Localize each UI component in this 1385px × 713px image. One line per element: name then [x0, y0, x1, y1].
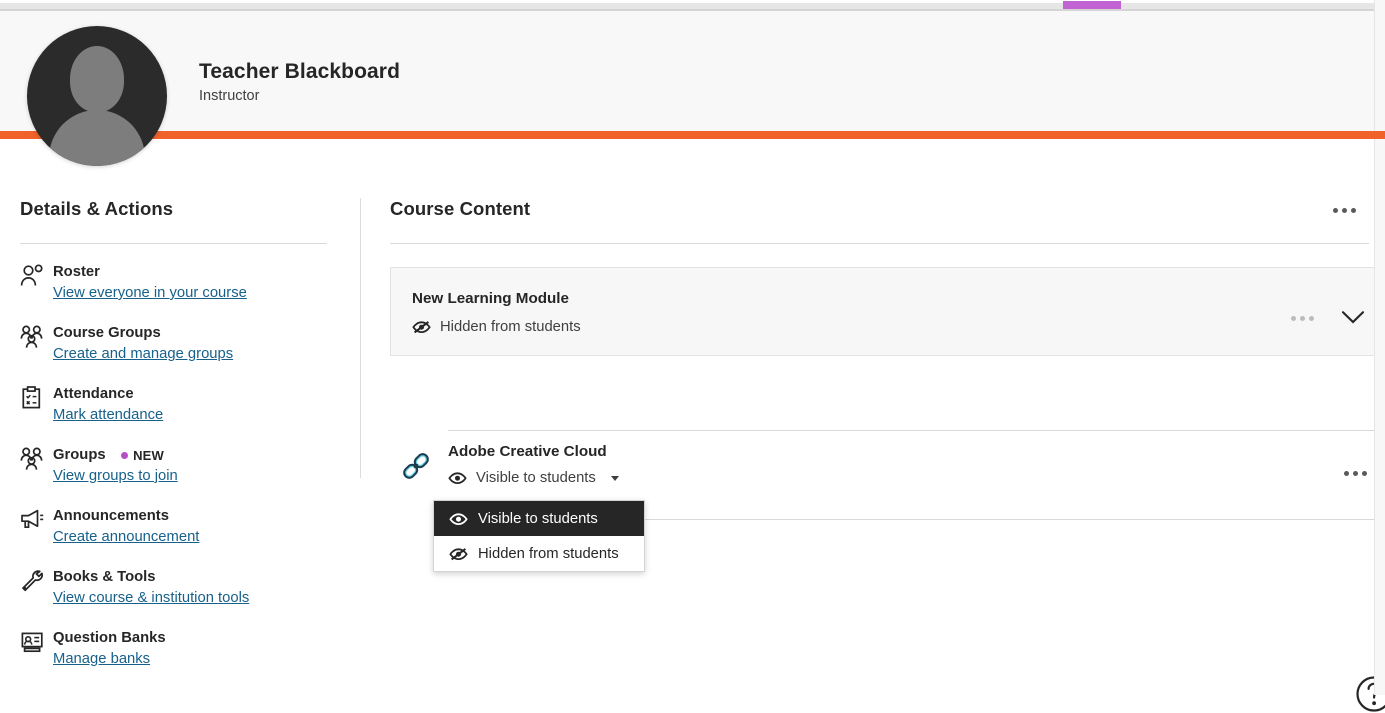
profile-banner: Teacher Blackboard Instructor [0, 11, 1374, 132]
sidebar-item-link[interactable]: Create and manage groups [53, 345, 233, 364]
eye-visible-icon [449, 511, 468, 527]
module-visibility-status: Hidden from students [412, 319, 581, 335]
new-badge-label: NEW [133, 448, 164, 463]
sidebar-item-label: Groups [53, 446, 106, 465]
item-separator [448, 430, 1380, 431]
sidebar-item-label: Announcements [53, 507, 169, 526]
sidebar-item-question-banks[interactable]: Question Banks Manage banks [20, 629, 332, 671]
eye-hidden-icon [449, 546, 468, 562]
content-divider [390, 243, 1369, 244]
module-title: New Learning Module [412, 290, 569, 307]
sidebar-item-label: Roster [53, 263, 100, 282]
question-banks-icon [20, 629, 50, 657]
sidebar-item-link[interactable]: Manage banks [53, 650, 166, 669]
module-overflow-menu-icon[interactable] [1285, 310, 1320, 327]
sidebar-item-label: Course Groups [53, 324, 161, 343]
sidebar-item-announcements[interactable]: Announcements Create announcement [20, 507, 332, 549]
item-overflow-menu-icon[interactable] [1338, 465, 1373, 482]
sidebar-title: Details & Actions [20, 198, 332, 220]
dropdown-option-visible[interactable]: Visible to students [434, 501, 644, 536]
item-visibility-label: Visible to students [476, 470, 596, 486]
item-visibility-selector[interactable]: Visible to students [448, 470, 619, 486]
visibility-dropdown-menu[interactable]: Visible to students Hidden from students [433, 500, 645, 572]
browser-top-strip [0, 0, 1385, 11]
sidebar-item-groups[interactable]: Groups NEW View groups to join [20, 446, 332, 488]
sidebar-item-link[interactable]: View groups to join [53, 467, 178, 486]
chevron-down-icon[interactable] [1339, 303, 1367, 331]
module-visibility-label: Hidden from students [440, 319, 581, 335]
avatar-body-shape [49, 110, 145, 166]
caret-down-icon [611, 476, 619, 481]
sidebar-content-divider [360, 198, 361, 478]
announcements-megaphone-icon [20, 507, 50, 535]
course-content-panel: Course Content New Learning Module Hidde… [390, 198, 1369, 356]
content-overflow-menu-icon[interactable] [1327, 202, 1362, 219]
sidebar-item-attendance[interactable]: Attendance Mark attendance [20, 385, 332, 427]
attendance-clipboard-icon [20, 385, 50, 413]
sidebar-item-link[interactable]: View course & institution tools [53, 589, 249, 608]
status-badge: NEW [121, 448, 164, 463]
profile-role: Instructor [199, 86, 400, 106]
content-heading: Course Content [390, 198, 1369, 220]
sidebar-item-label: Books & Tools [53, 568, 156, 587]
books-tools-wrench-icon [20, 568, 50, 596]
sidebar-divider [20, 243, 327, 244]
eye-visible-icon [448, 470, 467, 486]
link-chain-icon [398, 448, 434, 484]
scrollbar-gutter[interactable] [1374, 0, 1385, 695]
sidebar: Details & Actions Roster View everyone i… [20, 198, 332, 671]
sidebar-item-link[interactable]: Mark attendance [53, 406, 163, 425]
sidebar-item-link[interactable]: View everyone in your course [53, 284, 247, 303]
course-groups-icon [20, 324, 50, 352]
avatar-head-shape [70, 46, 124, 112]
roster-people-icon [20, 263, 50, 291]
page-title: Teacher Blackboard [199, 59, 400, 85]
item-title: Adobe Creative Cloud [448, 443, 607, 460]
page-body: Details & Actions Roster View everyone i… [0, 139, 1385, 695]
sidebar-item-label: Question Banks [53, 629, 166, 648]
sidebar-item-course-groups[interactable]: Course Groups Create and manage groups [20, 324, 332, 366]
eye-hidden-icon [412, 319, 431, 335]
sidebar-item-label: Attendance [53, 385, 134, 404]
accent-divider-bar [0, 131, 1385, 139]
learning-module-card[interactable]: New Learning Module Hidden from students [390, 267, 1380, 356]
sidebar-item-link[interactable]: Create announcement [53, 528, 199, 547]
profile-text-block: Teacher Blackboard Instructor [199, 59, 400, 106]
sidebar-item-roster[interactable]: Roster View everyone in your course [20, 263, 332, 305]
sidebar-item-books-tools[interactable]: Books & Tools View course & institution … [20, 568, 332, 610]
dropdown-option-hidden[interactable]: Hidden from students [434, 536, 644, 571]
dropdown-option-label: Hidden from students [478, 546, 619, 562]
dropdown-option-label: Visible to students [478, 511, 598, 527]
new-dot-icon [121, 452, 128, 459]
groups-people-icon [20, 446, 50, 474]
avatar [27, 26, 167, 166]
